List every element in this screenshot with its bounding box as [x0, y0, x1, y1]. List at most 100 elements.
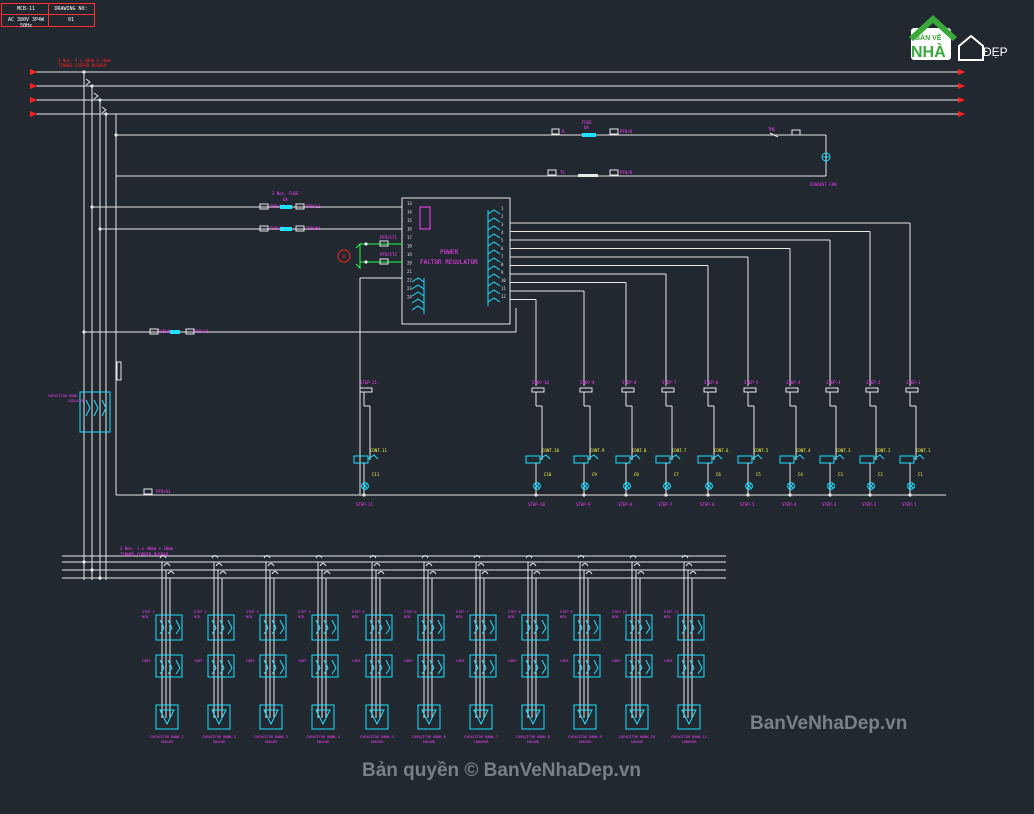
bank-cont-label: CONT.: [142, 659, 153, 663]
phase-arrow-right: [958, 97, 965, 103]
step-bottom-label: STEP-8: [618, 502, 633, 507]
bank-step-label: STEP 7: [456, 610, 469, 614]
pfr-terminal-left: 22: [407, 278, 412, 283]
capacitor-bank-name: CAPACITOR BANK-7: [464, 735, 498, 739]
fuse-icon: [170, 330, 180, 334]
pfr-terminal-right: 5: [501, 238, 504, 243]
terminal: [609, 169, 619, 176]
pfr-terminal-right: 4: [501, 230, 504, 235]
busbar-tap: [323, 571, 331, 575]
capacitor-unit: [259, 704, 283, 730]
capacitor-bank-name: CAPACITOR BANK-6: [412, 735, 446, 739]
bank-cont-label: CONT.: [194, 659, 205, 663]
terminal: [791, 129, 801, 136]
step-terminal: [531, 387, 545, 393]
capacitor-label: C2: [878, 472, 883, 477]
contactor-label: CONT.7: [672, 448, 687, 453]
bank-cont-label: CONT.: [246, 659, 257, 663]
terminal: [547, 169, 557, 176]
contactor-pole: [175, 659, 181, 675]
contactor-pole: [331, 659, 337, 675]
capacitor-unit: [207, 704, 231, 730]
wire-tag: PFR/CT1: [380, 235, 397, 240]
pfr-terminal-left: 15: [407, 218, 412, 223]
step-label: STEP-6: [704, 380, 719, 385]
step-bottom-label: STEP-3: [822, 502, 837, 507]
bank-mcb: [677, 614, 705, 641]
contactor-coil: [779, 455, 795, 464]
bank-step-label: STEP 10: [612, 610, 627, 614]
busbar-tap: [271, 571, 279, 575]
contactor-label: CONT.5: [754, 448, 769, 453]
pfr-relay-contact: [487, 249, 501, 255]
pfr-terminal-left: 13: [407, 201, 412, 206]
pfr-terminal-right: 2: [501, 214, 504, 219]
capacitor-unit: [625, 704, 649, 730]
pfr-relay-contact: [487, 289, 501, 295]
pfr-relay-contact: [411, 298, 425, 304]
capacitor-label: C5: [756, 472, 761, 477]
busbar-tap: [529, 563, 537, 567]
capacitor-bank-name: CAPACITOR BANK-8: [516, 735, 550, 739]
ts-label: TS: [560, 170, 565, 175]
junction-dot: [90, 568, 94, 572]
phase-arrow-left: [30, 69, 37, 75]
pfr-terminal-left: 18: [407, 244, 412, 249]
pfr-terminal-right: 11: [501, 286, 506, 291]
mcb-pole: [331, 619, 337, 635]
junction-dot: [82, 560, 86, 564]
capacitor-unit: [155, 704, 179, 730]
junction-dot: [828, 493, 832, 497]
busbar-tap: [267, 563, 275, 567]
step-label: STEP-7: [662, 380, 677, 385]
mcb-pole: [697, 619, 703, 635]
watermark-copyright: Bản quyền © BanVeNhaDep.vn: [362, 760, 642, 781]
busbar-tap: [219, 571, 227, 575]
mcb-pole: [645, 619, 651, 635]
contactor-pole: [279, 659, 285, 675]
capacitor-bank-rating: 100kVAR: [682, 740, 698, 744]
link: [93, 92, 99, 100]
isolator-label: CAPACITOR BANK: [48, 394, 78, 398]
contactor-coil: [899, 455, 915, 464]
timer-switch: [578, 174, 598, 177]
step-bottom-label: STEP-4: [782, 502, 797, 507]
step-terminal: [661, 387, 675, 393]
contactor-label: CONT.2: [876, 448, 891, 453]
isolator-pole: [85, 399, 91, 417]
pfr-terminal-right: 3: [501, 222, 504, 227]
busbar-tap: [477, 563, 485, 567]
busbar-tap: [533, 571, 541, 575]
pfr-relay-contact: [411, 291, 425, 297]
capacitor-bank-rating: 100kVAR: [474, 740, 490, 744]
bank-mcb-label: MCB: [612, 615, 618, 619]
bank-mcb: [259, 614, 287, 641]
capacitor-bank-name: CAPACITOR BANK-11: [671, 735, 707, 739]
capacitor-label: C9: [592, 472, 597, 477]
junction-dot: [664, 493, 668, 497]
contactor-pole: [645, 659, 651, 675]
capacitor-bank-rating: 50kVAR: [527, 740, 541, 744]
bank-mcb: [311, 614, 339, 641]
bank-mcb: [625, 614, 653, 641]
junction-dot: [90, 205, 94, 209]
phase-arrow-left: [30, 97, 37, 103]
wire-tag: PFR/CT2: [380, 252, 397, 257]
bank-mcb: [365, 614, 393, 641]
step-bottom-label: STEP-11: [356, 502, 373, 507]
capacitor-unit: [521, 704, 545, 730]
mcb-pole: [175, 619, 181, 635]
terminal: [143, 488, 153, 495]
step-terminal: [785, 387, 799, 393]
bank-mcb-label: MCB: [404, 615, 410, 619]
capacitor-label: C3: [838, 472, 843, 477]
bank-cont-label: CONT.: [612, 659, 623, 663]
pfr-relay-contact: [487, 209, 501, 215]
pfr-terminal-right: 10: [501, 278, 506, 283]
fuse-icon: [280, 205, 292, 209]
pfr-terminal-right: 6: [501, 246, 504, 251]
capacitor-label: C7: [674, 472, 679, 477]
capacitor-bank-name: CAPACITOR BANK-5: [360, 735, 394, 739]
watermark-url: BanVeNhaDep.vn: [750, 713, 908, 734]
junction-dot: [624, 493, 628, 497]
